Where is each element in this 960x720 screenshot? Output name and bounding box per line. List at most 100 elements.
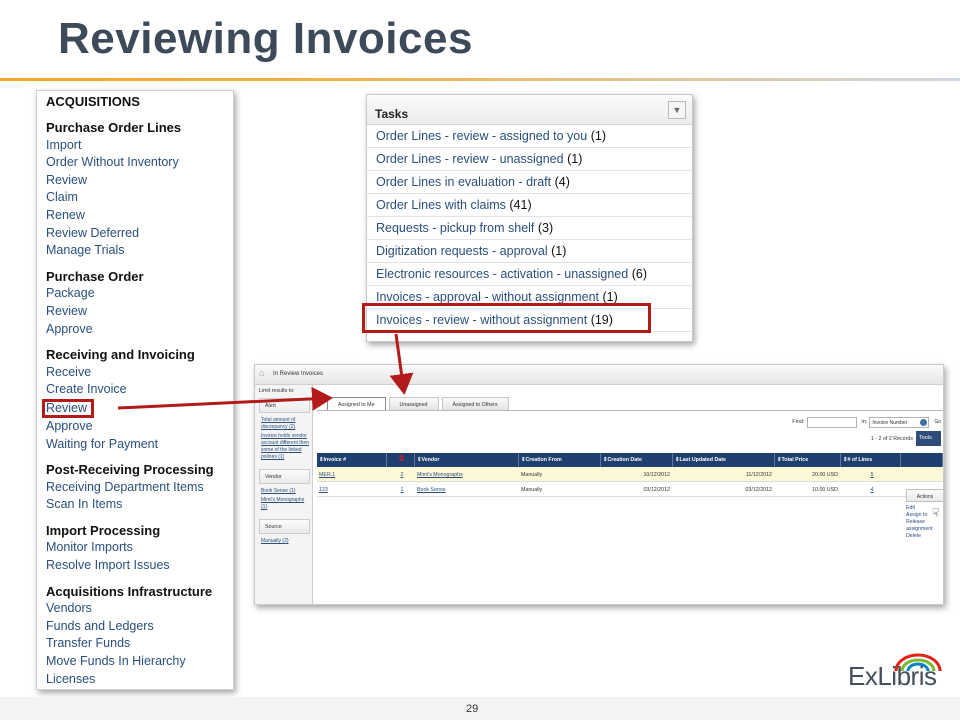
menu-item-order-without-inventory[interactable]: Order Without Inventory xyxy=(46,154,233,172)
menu-item-funds-and-ledgers[interactable]: Funds and Ledgers xyxy=(46,618,233,636)
col-invoice-number[interactable]: ⇕Invoice # xyxy=(317,453,387,467)
facet-link[interactable]: Book Sense (1) xyxy=(261,488,310,495)
task-row[interactable]: Requests - pickup from shelf (3) xyxy=(367,217,692,240)
go-button[interactable]: Go xyxy=(932,417,943,427)
facet-links: Book Sense (1) Mimi's Monographs (1) xyxy=(259,488,310,511)
footer-bar xyxy=(0,697,960,720)
invoice-number-link[interactable]: MER.1 xyxy=(317,467,387,481)
menu-item-manage-trials[interactable]: Manage Trials xyxy=(46,242,233,260)
menu-item-receiving-department-items[interactable]: Receiving Department Items xyxy=(46,479,233,497)
menu-item-vendors[interactable]: Vendors xyxy=(46,600,233,618)
alerts-count[interactable]: 2 xyxy=(387,467,415,481)
facet-links: Total amount of discrepancy (2) Invoice … xyxy=(259,417,310,461)
invoice-number-link[interactable]: 123 xyxy=(317,482,387,496)
menu-item-renew[interactable]: Renew xyxy=(46,207,233,225)
col-alerts[interactable]: 0 xyxy=(387,453,415,467)
table-row[interactable]: 123 1 Book Sense Manually 03/12/2012 03/… xyxy=(317,482,943,497)
menu-item-review-invoices[interactable]: Review xyxy=(42,398,233,418)
menu-item-review-po[interactable]: Review xyxy=(46,303,233,321)
invoices-table: ⇕Invoice # 0 ⇕Vendor ⇕Creation From ⇕Cre… xyxy=(317,453,943,497)
facet-title[interactable]: Source xyxy=(259,519,310,534)
menu-item-scan-in-items[interactable]: Scan In Items xyxy=(46,496,233,514)
home-icon[interactable]: ⌂ xyxy=(259,368,269,380)
col-creation-date[interactable]: ⇕Creation Date xyxy=(601,453,673,467)
col-creation-from[interactable]: ⇕Creation From xyxy=(519,453,601,467)
menu-item-review-pol[interactable]: Review xyxy=(46,172,233,190)
task-row[interactable]: Order Lines in evaluation - draft (4) xyxy=(367,171,692,194)
menu-item-move-funds[interactable]: Move Funds In Hierarchy xyxy=(46,653,233,671)
task-label[interactable]: Electronic resources - activation - unas… xyxy=(376,267,628,281)
task-row[interactable]: Electronic resources - activation - unas… xyxy=(367,263,692,286)
menu-item-waiting-for-payment[interactable]: Waiting for Payment xyxy=(46,436,233,454)
menu-item-licenses[interactable]: Licenses xyxy=(46,671,233,689)
creation-from: Manually xyxy=(521,472,543,478)
chevron-down-icon[interactable]: ▼ xyxy=(668,101,686,119)
task-label[interactable]: Digitization requests - approval xyxy=(376,244,548,258)
task-row[interactable]: Digitization requests - approval (1) xyxy=(367,240,692,263)
menu-item-approve-invoices[interactable]: Approve xyxy=(46,418,233,436)
total-price: 10.00 USD xyxy=(812,487,838,493)
action-delete[interactable]: Delete xyxy=(904,533,943,540)
vendor-link[interactable]: Mimi's Monographs xyxy=(415,467,519,481)
menu-item-receive[interactable]: Receive xyxy=(46,364,233,382)
task-label[interactable]: Order Lines - review - assigned to you xyxy=(376,129,587,143)
facet-link[interactable]: Invoice holds vendor account different t… xyxy=(261,433,310,461)
task-row[interactable]: Order Lines with claims (41) xyxy=(367,194,692,217)
table-header: ⇕Invoice # 0 ⇕Vendor ⇕Creation From ⇕Cre… xyxy=(317,453,943,467)
find-in-select[interactable]: Invoice Number xyxy=(869,416,930,428)
facet-title[interactable]: Alert xyxy=(259,398,310,413)
facet-link[interactable]: Manually (2) xyxy=(261,538,310,545)
task-label[interactable]: Requests - pickup from shelf xyxy=(376,221,534,235)
lines-count[interactable]: 5 xyxy=(841,467,901,481)
total-price: 20.00 USD xyxy=(812,472,838,478)
menu-section-receiving-invoicing: Receiving and Invoicing Receive Create I… xyxy=(42,346,233,454)
menu-section-title: Post-Receiving Processing xyxy=(46,462,214,478)
menu-item-approve-po[interactable]: Approve xyxy=(46,321,233,339)
lines-count[interactable]: 4 xyxy=(841,482,901,496)
alerts-count[interactable]: 1 xyxy=(387,482,415,496)
find-input[interactable] xyxy=(806,416,857,428)
menu-section-title: Import Processing xyxy=(46,522,161,538)
col-actions-spacer xyxy=(901,453,943,467)
menu-item-resolve-import-issues[interactable]: Resolve Import Issues xyxy=(46,557,233,575)
task-count: (1) xyxy=(590,129,606,143)
menu-item-package[interactable]: Package xyxy=(46,285,233,303)
review-invoices-highlight[interactable]: Review xyxy=(42,398,94,418)
col-number-of-lines[interactable]: ⇕# of Lines xyxy=(841,453,901,467)
col-last-updated-date[interactable]: ⇕Last Updated Date xyxy=(673,453,775,467)
slide-title: Reviewing Invoices xyxy=(58,14,473,63)
task-label[interactable]: Order Lines with claims xyxy=(376,198,506,212)
actions-button[interactable]: Actions xyxy=(906,489,943,502)
task-label[interactable]: Invoices - approval - without assignment xyxy=(376,290,599,304)
task-label[interactable]: Order Lines in evaluation - draft xyxy=(376,175,551,189)
task-row[interactable]: Order Lines - review - unassigned (1) xyxy=(367,148,692,171)
task-row[interactable]: Order Lines - review - assigned to you (… xyxy=(367,125,692,148)
select-arrow-icon[interactable] xyxy=(920,418,928,426)
facets-sidebar: Limit results to: Alert Total amount of … xyxy=(255,385,313,604)
menu-item-monitor-imports[interactable]: Monitor Imports xyxy=(46,539,233,557)
vendor-link[interactable]: Book Sense xyxy=(415,482,519,496)
logo-text: ExLibris xyxy=(848,661,937,691)
action-release[interactable]: Release xyxy=(904,519,943,526)
menu-item-create-invoice[interactable]: Create Invoice xyxy=(46,381,233,399)
facet-link[interactable]: Total amount of discrepancy (2) xyxy=(261,417,310,431)
tab-assigned-to-me[interactable]: Assigned to Me xyxy=(327,397,386,410)
tools-label: Tools xyxy=(919,435,932,441)
records-count: 1 - 2 of 2 Records xyxy=(870,436,913,442)
menu-item-import[interactable]: Import xyxy=(46,137,233,155)
tools-button[interactable]: Tools xyxy=(916,431,941,446)
menu-section-title: Acquisitions Infrastructure xyxy=(46,583,213,599)
menu-item-transfer-funds[interactable]: Transfer Funds xyxy=(46,635,233,653)
tab-assigned-to-others[interactable]: Assigned to Others xyxy=(441,397,509,410)
action-release-assignment[interactable]: assignment xyxy=(904,526,943,533)
facet-link[interactable]: Mimi's Monographs (1) xyxy=(261,497,310,511)
col-total-price[interactable]: ⇕Total Price xyxy=(775,453,841,467)
menu-item-review-deferred[interactable]: Review Deferred xyxy=(46,225,233,243)
tab-unassigned[interactable]: Unassigned xyxy=(388,397,439,410)
menu-item-claim[interactable]: Claim xyxy=(46,189,233,207)
facet-title[interactable]: Vendor xyxy=(259,469,310,484)
menu-section-purchase-order: Purchase Order Package Review Approve xyxy=(46,268,233,338)
col-vendor[interactable]: ⇕Vendor xyxy=(415,453,519,467)
task-label[interactable]: Order Lines - review - unassigned xyxy=(376,152,564,166)
table-row[interactable]: MER.1 2 Mimi's Monographs Manually 10/12… xyxy=(317,467,943,482)
